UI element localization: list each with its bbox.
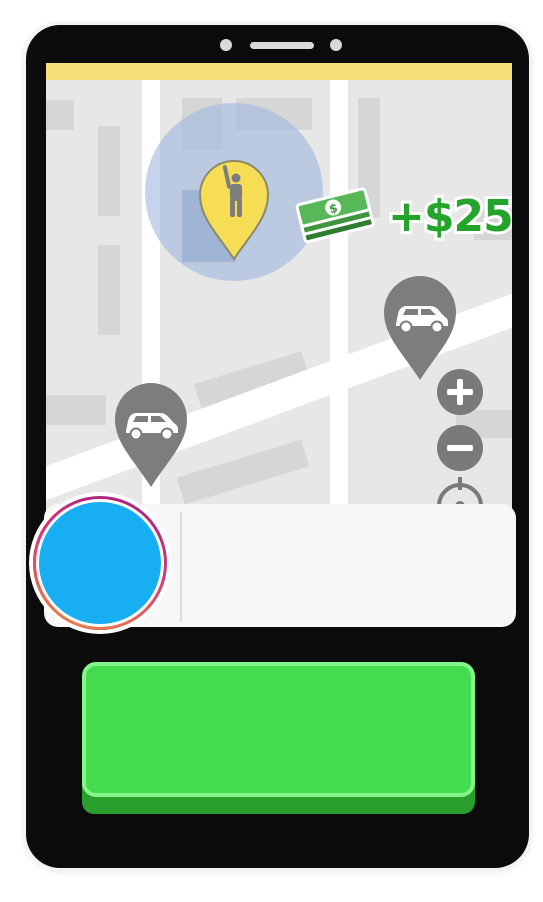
bonus-amount: +$25 xyxy=(385,188,512,245)
zoom-out-button[interactable] xyxy=(437,425,483,471)
driver-avatar[interactable] xyxy=(33,496,167,630)
camera-dot-right xyxy=(330,39,342,51)
phone-screen: $ +$25 xyxy=(46,63,512,515)
status-bar xyxy=(46,63,512,80)
zoom-in-button[interactable] xyxy=(437,369,483,415)
card-divider xyxy=(180,512,182,622)
city-map[interactable]: $ xyxy=(46,80,512,515)
avatar-icon xyxy=(39,502,161,624)
speaker-grille xyxy=(250,42,314,49)
minus-icon xyxy=(447,445,473,451)
action-button[interactable] xyxy=(82,662,475,797)
camera-dot-left xyxy=(220,39,232,51)
